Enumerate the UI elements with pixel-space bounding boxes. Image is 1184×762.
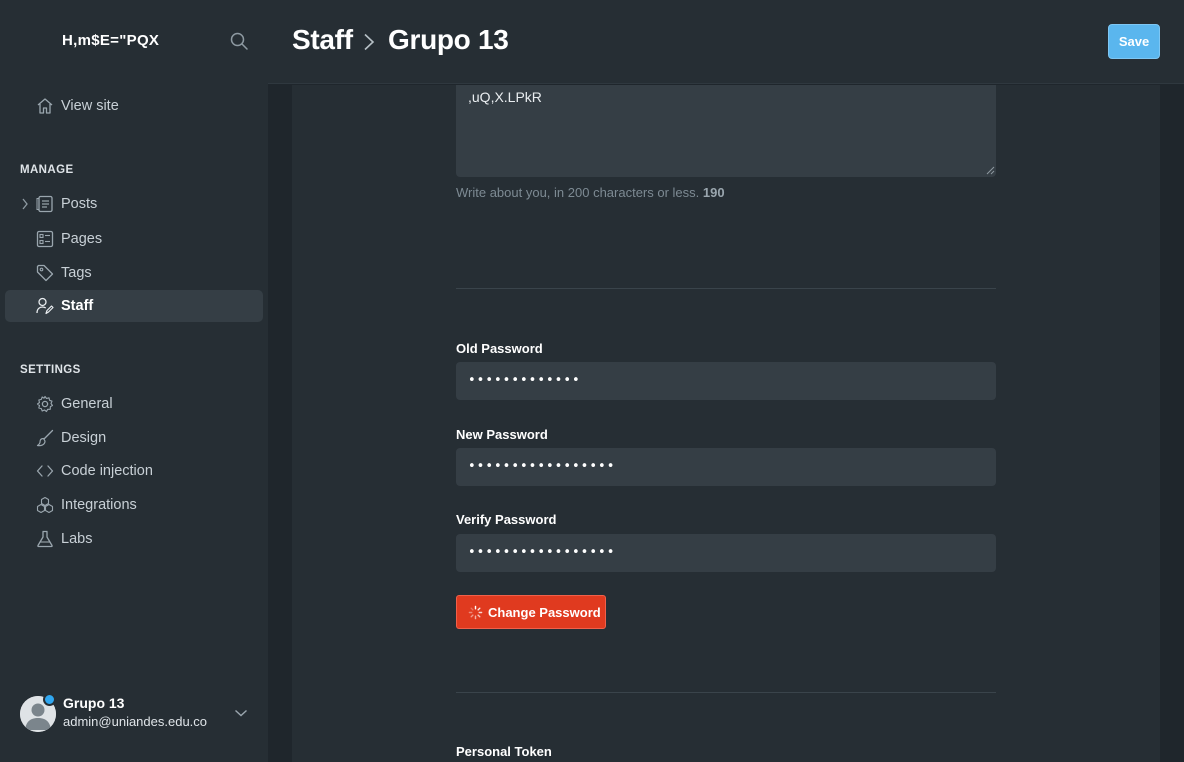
sidebar-item-labs[interactable]: Labs xyxy=(5,523,263,555)
bio-hint-text: Write about you, in 200 characters or le… xyxy=(456,185,700,200)
page-title: Grupo 13 xyxy=(388,24,509,55)
resize-handle-icon[interactable] xyxy=(986,166,995,175)
sidebar-item-posts[interactable]: Posts xyxy=(5,188,263,220)
integrations-icon xyxy=(36,496,54,514)
sidebar: H,m$E="PQX View site MANAGE Posts Pages … xyxy=(0,0,268,762)
new-password-field[interactable]: ••••••••••••••••• xyxy=(456,448,996,486)
divider xyxy=(456,288,996,289)
settings-panel xyxy=(292,85,1160,762)
chevron-down-icon[interactable] xyxy=(234,708,248,718)
sidebar-item-tags[interactable]: Tags xyxy=(5,257,263,289)
sidebar-item-label: Pages xyxy=(61,231,103,247)
status-dot xyxy=(43,693,56,706)
sidebar-item-design[interactable]: Design xyxy=(5,422,263,454)
sidebar-item-staff[interactable]: Staff xyxy=(5,290,263,322)
posts-icon xyxy=(36,195,53,213)
save-button[interactable]: Save xyxy=(1108,24,1160,59)
bio-char-count: 190 xyxy=(702,185,725,200)
personal-token-label: Personal Token xyxy=(456,744,552,759)
brush-icon xyxy=(36,429,54,447)
chevron-right-icon xyxy=(364,33,375,51)
pages-icon xyxy=(36,230,54,248)
view-site-link[interactable]: View site xyxy=(5,90,263,122)
chevron-right-icon[interactable] xyxy=(21,198,29,210)
old-password-label: Old Password xyxy=(456,341,543,356)
verify-password-field[interactable]: ••••••••••••••••• xyxy=(456,534,996,572)
sidebar-item-pages[interactable]: Pages xyxy=(5,223,263,255)
sidebar-item-code-injection[interactable]: Code injection xyxy=(5,455,263,487)
view-site-label: View site xyxy=(61,98,119,114)
sidebar-item-label: Labs xyxy=(61,531,93,547)
breadcrumb-staff-link[interactable]: Staff xyxy=(292,24,353,56)
user-email: admin@uniandes.edu.co xyxy=(63,714,208,729)
settings-heading: SETTINGS xyxy=(20,364,81,376)
staff-icon xyxy=(36,297,54,315)
home-icon xyxy=(37,98,53,114)
old-password-field[interactable]: ••••••••••••• xyxy=(456,362,996,400)
spinner-icon xyxy=(468,605,483,620)
sidebar-item-label: Integrations xyxy=(61,497,137,513)
code-icon xyxy=(36,465,54,477)
user-menu[interactable]: Grupo 13 admin@uniandes.edu.co xyxy=(0,688,268,744)
bio-hint: Write about you, in 200 characters or le… xyxy=(456,185,725,200)
tag-icon xyxy=(36,264,54,282)
verify-password-label: Verify Password xyxy=(456,512,557,527)
site-title[interactable]: H,m$E="PQX xyxy=(62,32,159,49)
sidebar-item-label: Posts xyxy=(61,196,98,212)
divider xyxy=(456,692,996,693)
sidebar-item-integrations[interactable]: Integrations xyxy=(5,489,263,521)
sidebar-item-label: Design xyxy=(61,430,107,446)
user-name: Grupo 13 xyxy=(63,695,125,711)
sidebar-item-general[interactable]: General xyxy=(5,388,263,420)
sidebar-item-label: Staff xyxy=(61,298,94,314)
gear-icon xyxy=(36,395,54,413)
flask-icon xyxy=(37,530,53,548)
sidebar-item-label: General xyxy=(61,396,113,412)
bio-textarea[interactable]: ,uQ,X.LPkR xyxy=(456,85,996,177)
sidebar-item-label: Tags xyxy=(61,265,92,281)
page-header: Staff Grupo 13 Save xyxy=(268,0,1184,84)
new-password-label: New Password xyxy=(456,427,548,442)
change-password-button[interactable]: Change Password xyxy=(456,595,606,629)
search-icon[interactable] xyxy=(229,31,249,51)
change-password-label: Change Password xyxy=(488,605,601,620)
manage-heading: MANAGE xyxy=(20,164,74,176)
sidebar-item-label: Code injection xyxy=(61,463,153,479)
